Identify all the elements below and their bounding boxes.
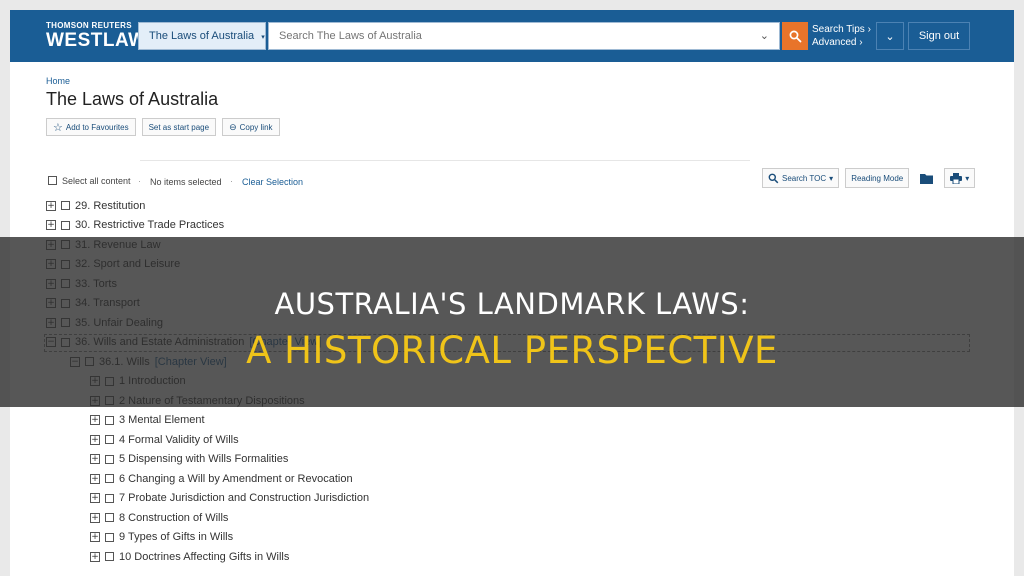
search-button[interactable] [782, 22, 808, 50]
selection-count: No items selected [150, 177, 222, 187]
expand-icon[interactable]: + [90, 473, 100, 484]
toc-item-checkbox[interactable] [105, 474, 114, 483]
expand-icon[interactable]: + [90, 551, 100, 562]
search-help-links: Search Tips › Advanced › [812, 23, 871, 49]
page-title: The Laws of Australia [46, 89, 219, 109]
title-overlay-banner [0, 237, 1024, 407]
toc-item-checkbox[interactable] [105, 513, 114, 522]
toc-item-label: 8 Construction of Wills [119, 511, 229, 524]
chevron-down-icon: ▾ [829, 173, 834, 183]
double-chevron-down-icon: ⌄ [885, 30, 895, 43]
set-start-page-button[interactable]: Set as start page [141, 118, 217, 136]
clear-selection-link[interactable]: Clear Selection [242, 177, 303, 187]
search-scope-label: The Laws of Australia [149, 30, 255, 42]
expand-icon[interactable]: + [46, 220, 56, 230]
logo-brand: WESTLAW [46, 30, 147, 51]
toc-item-label: 4 Formal Validity of Wills [119, 433, 239, 446]
page-actions: ☆ Add to Favourites Set as start page ⊖ … [46, 118, 280, 136]
toc-item-label: 29. Restitution [75, 199, 146, 212]
toc-item-checkbox[interactable] [105, 532, 114, 542]
chevron-down-icon[interactable]: ⌄ [760, 29, 769, 42]
toc-item[interactable]: +7 Probate Jurisdiction and Construction… [90, 489, 369, 508]
westlaw-logo[interactable]: THOMSON REUTERS WESTLAW [46, 21, 147, 51]
folder-button[interactable] [915, 168, 938, 188]
top-header-bar: THOMSON REUTERS WESTLAW The Laws of Aust… [10, 10, 1014, 62]
toc-item-label: 3 Mental Element [119, 414, 205, 426]
overlay-title-line1: AUSTRALIA'S LANDMARK LAWS: [274, 287, 750, 321]
account-menu-button[interactable]: ⌄ [876, 22, 904, 50]
toc-item-checkbox[interactable] [105, 493, 114, 503]
select-all-label: Select all content [62, 176, 131, 186]
toc-tools: Search TOC ▾ Reading Mode ▾ [762, 168, 976, 188]
separator: · [138, 176, 141, 186]
toc-item-label: 10 Doctrines Affecting Gifts in Wills [119, 550, 290, 563]
search-icon [768, 173, 779, 183]
toc-item[interactable]: +29. Restitution [46, 196, 145, 215]
divider [140, 160, 750, 161]
add-to-favourites-button[interactable]: ☆ Add to Favourites [46, 118, 136, 136]
toc-item-label: 30. Restrictive Trade Practices [75, 219, 225, 231]
toc-item-checkbox[interactable] [105, 415, 114, 425]
sign-out-button[interactable]: Sign out [908, 22, 970, 50]
printer-icon [950, 172, 963, 184]
breadcrumb-home[interactable]: Home [46, 76, 70, 86]
overlay-title-line2: A HISTORICAL PERSPECTIVE [246, 329, 778, 372]
copy-link-button[interactable]: ⊖ Copy link [222, 118, 280, 136]
toc-item[interactable]: +5 Dispensing with Wills Formalities [90, 450, 288, 469]
toc-item-label: 5 Dispensing with Wills Formalities [119, 453, 289, 465]
reading-mode-button[interactable]: Reading Mode [845, 168, 910, 188]
toc-item-checkbox[interactable] [61, 220, 70, 230]
search-tips-link[interactable]: Search Tips › [812, 23, 871, 36]
expand-icon[interactable]: + [90, 454, 100, 464]
toc-item[interactable]: +30. Restrictive Trade Practices [46, 216, 224, 235]
select-all-checkbox[interactable] [48, 176, 57, 185]
expand-icon[interactable]: + [90, 512, 100, 523]
toc-item[interactable]: +6 Changing a Will by Amendment or Revoc… [90, 469, 353, 488]
link-icon: ⊖ [229, 121, 237, 132]
toc-item-checkbox[interactable] [105, 552, 114, 561]
search-icon [789, 30, 801, 42]
toc-item-checkbox[interactable] [105, 454, 114, 464]
toc-item-label: 6 Changing a Will by Amendment or Revoca… [119, 472, 353, 485]
print-button[interactable]: ▾ [944, 168, 976, 188]
expand-icon[interactable]: + [90, 434, 100, 445]
toc-item-label: 7 Probate Jurisdiction and Construction … [119, 492, 370, 504]
toc-item[interactable]: +9 Types of Gifts in Wills [90, 528, 233, 547]
toc-item-checkbox[interactable] [105, 435, 114, 444]
advanced-search-link[interactable]: Advanced › [812, 36, 871, 49]
toc-item-label: 9 Types of Gifts in Wills [119, 531, 234, 543]
toc-item-checkbox[interactable] [61, 201, 70, 210]
search-input[interactable] [269, 23, 739, 49]
expand-icon[interactable]: + [90, 493, 100, 503]
toc-item[interactable]: +8 Construction of Wills [90, 508, 228, 527]
toc-item[interactable]: +4 Formal Validity of Wills [90, 430, 239, 449]
toc-item[interactable]: +3 Mental Element [90, 411, 205, 430]
folder-icon [920, 173, 934, 184]
chevron-down-icon: ▾ [965, 173, 970, 183]
separator: · [230, 176, 233, 186]
expand-icon[interactable]: + [90, 532, 100, 542]
chevron-down-icon: ▾ [261, 34, 265, 41]
search-scope-dropdown[interactable]: The Laws of Australia ▾ [138, 22, 266, 50]
search-toc-button[interactable]: Search TOC ▾ [762, 168, 840, 188]
expand-icon[interactable]: + [90, 415, 100, 425]
toc-item[interactable]: +10 Doctrines Affecting Gifts in Wills [90, 547, 289, 566]
expand-icon[interactable]: + [46, 200, 56, 211]
search-box: ⌄ [268, 22, 780, 50]
star-icon: ☆ [53, 121, 63, 134]
